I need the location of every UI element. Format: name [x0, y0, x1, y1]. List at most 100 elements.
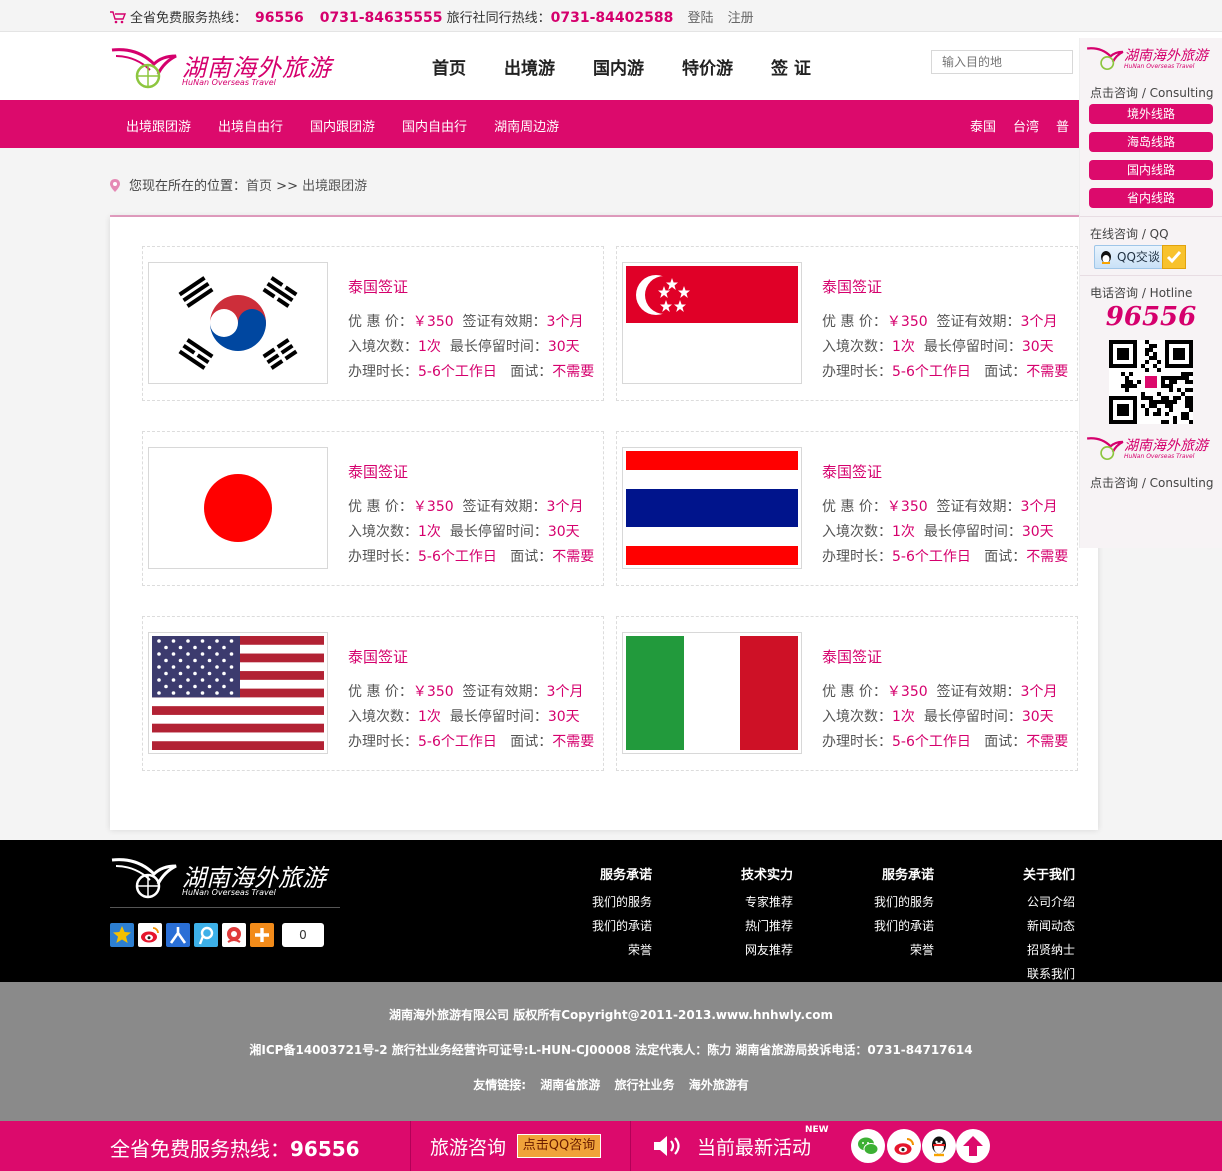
nav-domestic[interactable]: 国内游: [593, 54, 644, 79]
stay-label: 最长停留时间：: [923, 524, 1022, 540]
footer-link[interactable]: 招贤纳士: [1023, 941, 1075, 958]
footer-link[interactable]: 我们的服务: [592, 893, 652, 910]
nav-home[interactable]: 首页: [432, 54, 466, 79]
visa-card[interactable]: 泰国签证 优 惠 价：￥350 签证有效期：3个月 入境次数：1次 最长停留时间…: [616, 616, 1078, 771]
footer-link[interactable]: 公司介绍: [1023, 893, 1075, 910]
breadcrumb: 您现在所在的位置：首页 >> 出境跟团游: [110, 175, 367, 194]
visa-title[interactable]: 泰国签证: [348, 461, 408, 482]
weibo-share-icon[interactable]: [138, 923, 162, 947]
flag-image[interactable]: [148, 447, 328, 569]
register-link[interactable]: 注册: [728, 11, 754, 26]
hotline-phone: 0731-84635555: [319, 10, 443, 26]
visa-title[interactable]: 泰国签证: [822, 276, 882, 297]
breadcrumb-home[interactable]: 首页: [246, 179, 272, 194]
qzone-share-icon[interactable]: [110, 923, 134, 947]
price-label: 优 惠 价：: [348, 314, 413, 330]
qq-chat-button[interactable]: QQ交谈: [1094, 245, 1186, 269]
latest-activity-link[interactable]: 当前最新活动: [697, 1133, 811, 1160]
validity-value: 3个月: [1020, 684, 1058, 700]
renren-share-icon[interactable]: [166, 923, 190, 947]
site-logo[interactable]: 湖南海外旅游 HuNan Overseas Travel: [110, 44, 340, 90]
route-island-button[interactable]: 海岛线路: [1089, 132, 1213, 152]
visa-price-row: 优 惠 价：￥350 签证有效期：3个月: [822, 311, 1057, 331]
speaker-icon: [654, 1136, 680, 1156]
breadcrumb-current[interactable]: 出境跟团游: [302, 179, 367, 194]
validity-value: 3个月: [546, 684, 584, 700]
tencent-weibo-share-icon[interactable]: [194, 923, 218, 947]
nav-visa[interactable]: 签 证: [771, 54, 811, 79]
sidebar-divider: [1080, 216, 1222, 217]
visa-title[interactable]: 泰国签证: [348, 646, 408, 667]
visa-card[interactable]: 泰国签证 优 惠 价：￥350 签证有效期：3个月 入境次数：1次 最长停留时间…: [142, 431, 604, 586]
footer-link[interactable]: 荣誉: [874, 941, 934, 958]
route-domestic-button[interactable]: 国内线路: [1089, 160, 1213, 180]
back-to-top-icon[interactable]: [956, 1129, 990, 1163]
route-province-button[interactable]: 省内线路: [1089, 188, 1213, 208]
visa-card[interactable]: 泰国签证 优 惠 价：￥350 签证有效期：3个月 入境次数：1次 最长停留时间…: [616, 431, 1078, 586]
cat-outbound-group[interactable]: 出境跟团游: [126, 120, 191, 135]
location-pin-icon: [110, 179, 120, 192]
nav-outbound[interactable]: 出境游: [504, 54, 555, 79]
visa-title[interactable]: 泰国签证: [348, 276, 408, 297]
friend-link[interactable]: 海外旅游有: [689, 1078, 749, 1092]
sidebar-logo-cn: 湖南海外旅游: [1124, 438, 1208, 454]
visa-process-row: 办理时长：5-6个工作日 面试：不需要: [822, 361, 1068, 381]
visa-title[interactable]: 泰国签证: [822, 461, 882, 482]
login-link[interactable]: 登陆: [687, 11, 713, 26]
footer-column-heading: 服务承诺: [881, 868, 934, 883]
footer-link[interactable]: 专家推荐: [741, 893, 793, 910]
interview-value: 不需要: [1026, 549, 1069, 565]
footer-link[interactable]: 联系我们: [1023, 965, 1075, 982]
footer-link[interactable]: 荣誉: [592, 941, 652, 958]
consult-label: 点击咨询 / Consulting: [1090, 86, 1214, 100]
flag-image[interactable]: [148, 262, 328, 384]
dest-taiwan[interactable]: 台湾: [1013, 120, 1039, 135]
dest-thailand[interactable]: 泰国: [970, 120, 996, 135]
flag-image[interactable]: [622, 262, 802, 384]
copyright-text: 湖南海外旅游有限公司 版权所有Copyright@2011-2013.www.h…: [389, 1008, 833, 1022]
visa-title[interactable]: 泰国签证: [822, 646, 882, 667]
footer-link[interactable]: 我们的承诺: [874, 917, 934, 934]
dest-truncated[interactable]: 普: [1056, 120, 1069, 135]
price-value: ￥350: [412, 684, 454, 700]
footer-link[interactable]: 热门推荐: [741, 917, 793, 934]
route-overseas-button[interactable]: 境外线路: [1089, 104, 1213, 124]
qq-label: 在线咨询 / QQ: [1090, 227, 1169, 241]
process-label: 办理时长：: [348, 364, 418, 380]
visa-card[interactable]: 泰国签证 优 惠 价：￥350 签证有效期：3个月 入境次数：1次 最长停留时间…: [616, 246, 1078, 401]
visa-card[interactable]: 泰国签证 优 惠 价：￥350 签证有效期：3个月 入境次数：1次 最长停留时间…: [142, 246, 604, 401]
price-value: ￥350: [886, 499, 928, 515]
footer-link[interactable]: 网友推荐: [741, 941, 793, 958]
wechat-icon[interactable]: [851, 1129, 885, 1163]
friend-link[interactable]: 旅行社业务: [614, 1078, 674, 1092]
footer-link[interactable]: 我们的服务: [874, 893, 934, 910]
qq-icon[interactable]: [922, 1129, 956, 1163]
cat-domestic-group[interactable]: 国内跟团游: [310, 120, 375, 135]
italy-flag: [626, 636, 798, 750]
sidebar-logo: 湖南海外旅游 HuNan Overseas Travel: [1080, 38, 1222, 82]
bird-logo-icon: [1086, 47, 1124, 71]
visa-list: 泰国签证 优 惠 价：￥350 签证有效期：3个月 入境次数：1次 最长停留时间…: [110, 217, 1098, 830]
weibo-icon[interactable]: [887, 1129, 921, 1163]
cat-domestic-free[interactable]: 国内自由行: [402, 120, 467, 135]
cat-hunan-nearby[interactable]: 湖南周边游: [494, 120, 559, 135]
flag-image[interactable]: [622, 632, 802, 754]
cat-outbound-free[interactable]: 出境自由行: [218, 120, 283, 135]
logo-text-en: HuNan Overseas Travel: [182, 78, 276, 87]
footer-link[interactable]: 新闻动态: [1023, 917, 1075, 934]
entries-label: 入境次数：: [348, 339, 418, 355]
more-share-icon[interactable]: [250, 923, 274, 947]
visa-price-row: 优 惠 价：￥350 签证有效期：3个月: [348, 496, 583, 516]
qq-consult-button[interactable]: 点击QQ咨询: [517, 1134, 601, 1158]
validity-label: 签证有效期：: [936, 314, 1021, 330]
friend-link[interactable]: 湖南省旅游: [540, 1078, 600, 1092]
hotline-label: 全省免费服务热线：: [130, 11, 248, 26]
sidebar-divider: [1080, 275, 1222, 276]
pengyou-share-icon[interactable]: [222, 923, 246, 947]
destination-search-input[interactable]: [931, 50, 1073, 74]
visa-card[interactable]: 泰国签证 优 惠 价：￥350 签证有效期：3个月 入境次数：1次 最长停留时间…: [142, 616, 604, 771]
nav-deals[interactable]: 特价游: [682, 54, 733, 79]
flag-image[interactable]: [622, 447, 802, 569]
footer-link[interactable]: 我们的承诺: [592, 917, 652, 934]
flag-image[interactable]: [148, 632, 328, 754]
